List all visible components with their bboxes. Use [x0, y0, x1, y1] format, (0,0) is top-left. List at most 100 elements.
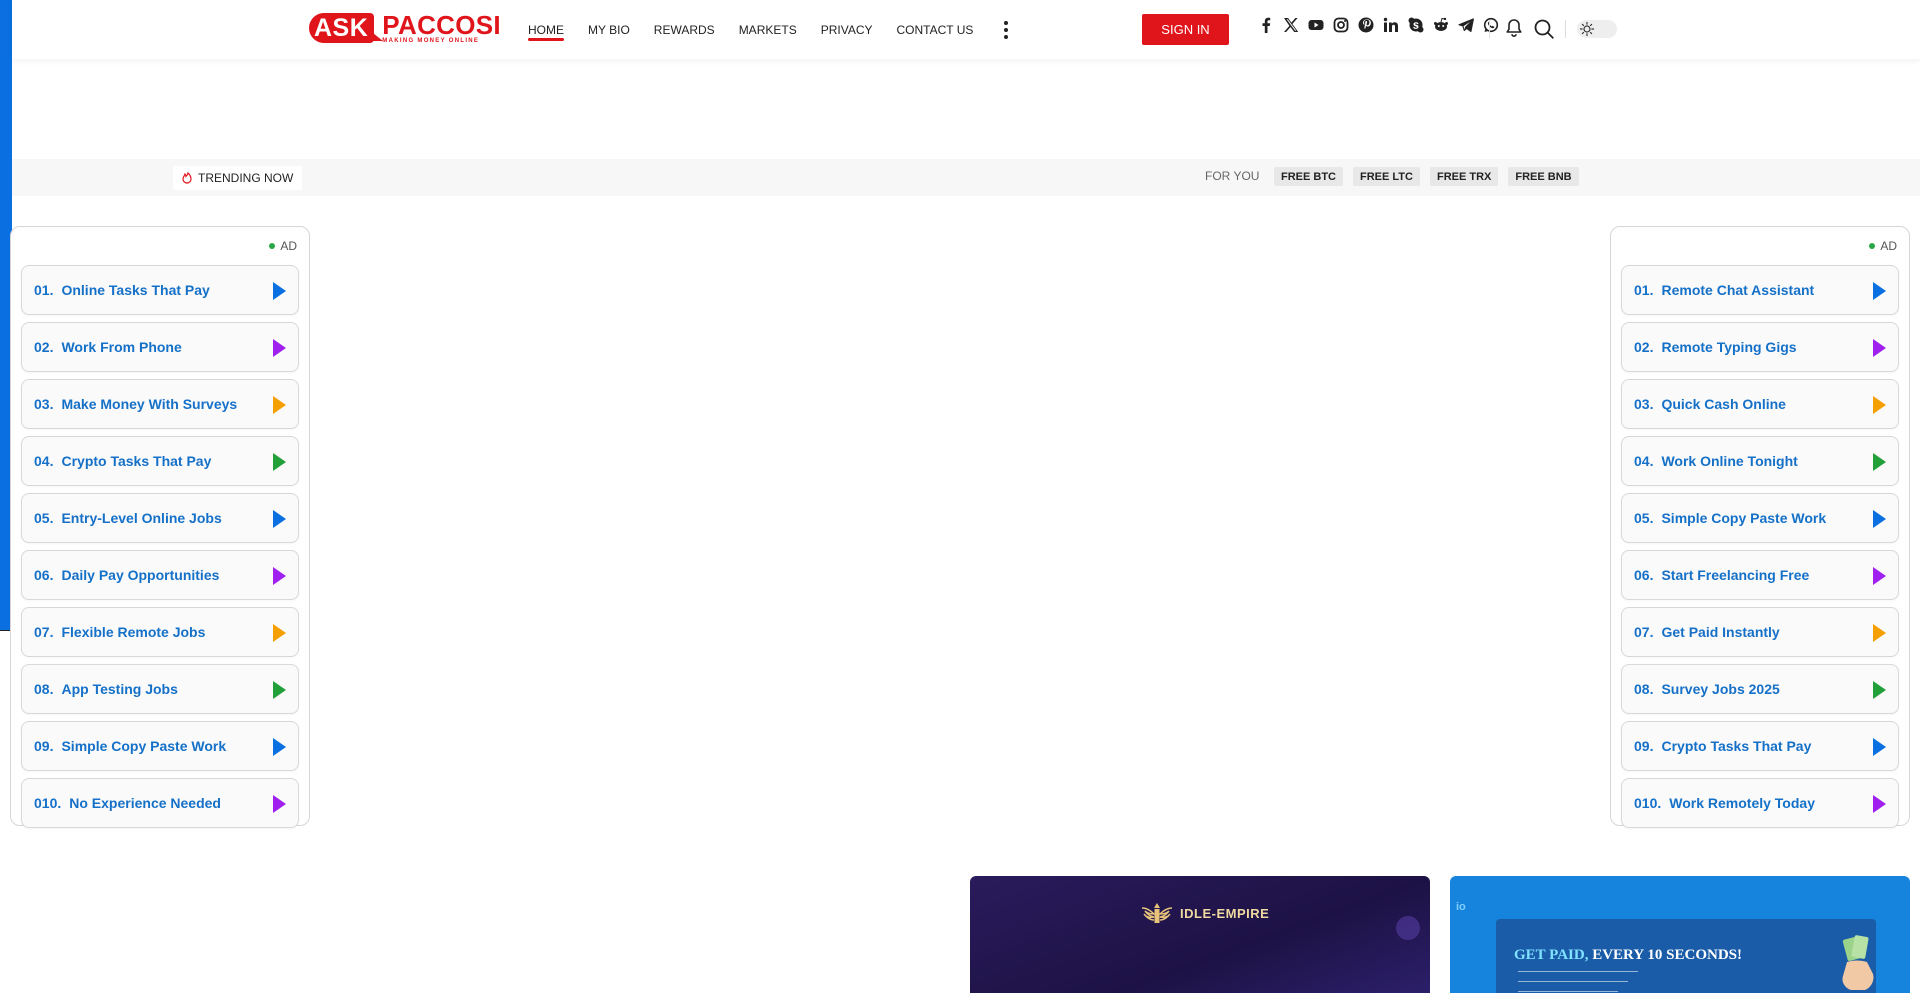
card2-corner-mark: io	[1456, 901, 1466, 913]
link-item[interactable]: 03. Make Money With Surveys	[21, 379, 299, 429]
card2-title-rest: EVERY 10 SECONDS!	[1588, 947, 1742, 963]
idle-empire-text: IDLE-EMPIRE	[1180, 905, 1270, 921]
play-arrow-icon	[1873, 624, 1886, 642]
ad-indicator: AD	[1869, 239, 1897, 253]
ad-label: AD	[1880, 239, 1897, 253]
link-number: 08.	[1634, 681, 1654, 697]
nav-markets[interactable]: MARKETS	[739, 0, 797, 59]
ad-label: AD	[280, 239, 297, 253]
link-number: 010.	[34, 795, 62, 811]
link-item[interactable]: 05. Simple Copy Paste Work	[1621, 493, 1899, 543]
nav-home[interactable]: HOME	[528, 0, 564, 59]
bell-icon[interactable]	[1504, 18, 1524, 38]
play-arrow-icon	[273, 339, 286, 357]
link-item[interactable]: 05. Entry-Level Online Jobs	[21, 493, 299, 543]
trending-now-text: TRENDING NOW	[198, 171, 294, 185]
youtube-icon[interactable]	[1308, 17, 1324, 33]
link-number: 06.	[34, 567, 54, 583]
link-item[interactable]: 07. Flexible Remote Jobs	[21, 607, 299, 657]
facebook-icon[interactable]	[1258, 17, 1274, 33]
play-arrow-icon	[1873, 681, 1886, 699]
linkedin-icon[interactable]	[1383, 17, 1399, 33]
link-text: Work Remotely Today	[1669, 795, 1815, 811]
link-item[interactable]: 08. App Testing Jobs	[21, 664, 299, 714]
ad-dot	[269, 243, 276, 249]
telegram-icon[interactable]	[1458, 17, 1474, 33]
header-divider	[1565, 20, 1566, 38]
nav-rewards[interactable]: REWARDS	[654, 0, 715, 59]
chip-free-ltc[interactable]: FREE LTC	[1353, 167, 1420, 186]
link-item[interactable]: 01. Online Tasks That Pay	[21, 265, 299, 315]
link-item[interactable]: 02. Remote Typing Gigs	[1621, 322, 1899, 372]
nav-my-bio[interactable]: MY BIO	[588, 0, 630, 59]
link-text: Start Freelancing Free	[1661, 567, 1810, 583]
site-header: ASK PACCOSI MAKING MONEY ONLINE HOME MY …	[12, 0, 1920, 59]
trending-now-label[interactable]: TRENDING NOW	[173, 166, 303, 190]
get-paid-ad-card[interactable]: io GET PAID, EVERY 10 SECONDS!	[1450, 876, 1910, 993]
right-link-list: 01. Remote Chat Assistant 02. Remote Typing…	[1621, 265, 1899, 835]
link-number: 05.	[34, 510, 54, 526]
skype-icon[interactable]	[1408, 17, 1424, 33]
play-arrow-icon	[1873, 339, 1886, 357]
main-nav: HOME MY BIO REWARDS MARKETS PRIVACY CONT…	[528, 0, 1011, 59]
logo-paccosi: PACCOSI	[382, 10, 501, 40]
pinterest-icon[interactable]	[1358, 17, 1374, 33]
link-number: 04.	[34, 453, 54, 469]
card2-text-line	[1518, 991, 1618, 992]
link-number: 02.	[1634, 339, 1654, 355]
play-arrow-icon	[1873, 795, 1886, 813]
link-text: Online Tasks That Pay	[61, 282, 210, 298]
link-item[interactable]: 09. Simple Copy Paste Work	[21, 721, 299, 771]
link-number: 08.	[34, 681, 54, 697]
link-item[interactable]: 09. Crypto Tasks That Pay	[1621, 721, 1899, 771]
x-icon[interactable]	[1283, 17, 1299, 33]
card2-text-line	[1518, 971, 1638, 972]
chip-free-btc[interactable]: FREE BTC	[1274, 167, 1343, 186]
play-arrow-icon	[1873, 567, 1886, 585]
ad-dot	[1869, 243, 1876, 249]
link-number: 010.	[1634, 795, 1662, 811]
nav-contact-us[interactable]: CONTACT US	[897, 0, 974, 59]
chip-free-trx[interactable]: FREE TRX	[1429, 167, 1499, 186]
link-item[interactable]: 02. Work From Phone	[21, 322, 299, 372]
play-arrow-icon	[273, 396, 286, 414]
link-item[interactable]: 04. Work Online Tonight	[1621, 436, 1899, 486]
link-item[interactable]: 06. Start Freelancing Free	[1621, 550, 1899, 600]
link-text: Remote Typing Gigs	[1661, 339, 1797, 355]
link-number: 03.	[1634, 396, 1654, 412]
link-item[interactable]: 010. No Experience Needed	[21, 778, 299, 828]
link-text: Simple Copy Paste Work	[1661, 510, 1827, 526]
link-text: Remote Chat Assistant	[1661, 282, 1815, 298]
idle-empire-logo: IDLE-EMPIRE	[1140, 900, 1269, 926]
play-arrow-icon	[273, 681, 286, 699]
link-text: Crypto Tasks That Pay	[1661, 738, 1812, 754]
idle-empire-ad-card[interactable]: IDLE-EMPIRE	[970, 876, 1430, 993]
link-item[interactable]: 04. Crypto Tasks That Pay	[21, 436, 299, 486]
link-text: Crypto Tasks That Pay	[61, 453, 212, 469]
link-number: 01.	[1634, 282, 1654, 298]
dark-mode-toggle[interactable]	[1577, 20, 1617, 38]
nav-privacy[interactable]: PRIVACY	[821, 0, 873, 59]
search-icon[interactable]	[1533, 18, 1555, 40]
link-item[interactable]: 07. Get Paid Instantly	[1621, 607, 1899, 657]
link-number: 05.	[1634, 510, 1654, 526]
site-logo[interactable]: ASK PACCOSI MAKING MONEY ONLINE	[309, 10, 501, 45]
reddit-icon[interactable]	[1433, 17, 1449, 33]
link-item[interactable]: 06. Daily Pay Opportunities	[21, 550, 299, 600]
link-item[interactable]: 01. Remote Chat Assistant	[1621, 265, 1899, 315]
link-item[interactable]: 03. Quick Cash Online	[1621, 379, 1899, 429]
sign-in-button[interactable]: SIGN IN	[1142, 14, 1229, 45]
link-number: 09.	[1634, 738, 1654, 754]
link-item[interactable]: 08. Survey Jobs 2025	[1621, 664, 1899, 714]
for-you-chips: FREE BTC FREE LTC FREE TRX FREE BNB	[1274, 167, 1579, 186]
whatsapp-icon[interactable]	[1483, 17, 1499, 33]
play-arrow-icon	[273, 567, 286, 585]
card2-title: GET PAID, EVERY 10 SECONDS!	[1514, 947, 1742, 964]
link-item[interactable]: 010. Work Remotely Today	[1621, 778, 1899, 828]
instagram-icon[interactable]	[1333, 17, 1349, 33]
card2-banner: GET PAID, EVERY 10 SECONDS!	[1496, 919, 1876, 993]
chip-free-bnb[interactable]: FREE BNB	[1508, 167, 1579, 186]
for-you-label: FOR YOU	[1205, 169, 1260, 183]
link-text: Work From Phone	[61, 339, 182, 355]
more-menu-icon[interactable]	[1001, 20, 1011, 39]
